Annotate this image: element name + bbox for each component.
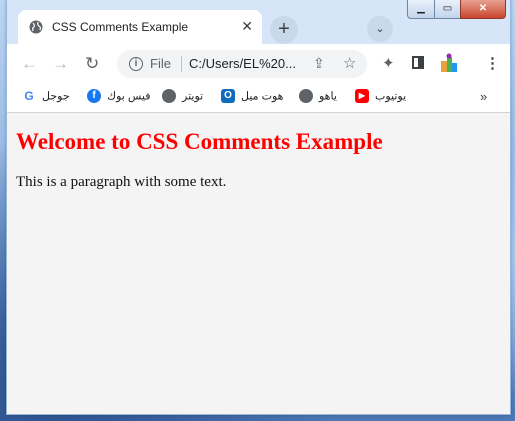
browser-window: CSS Comments Example ✕ + ⌄ ▁ ▭ ✕ ← → ↻ i…: [6, 0, 511, 415]
bookmark-google[interactable]: G جوجل: [22, 89, 70, 107]
globe-icon: [29, 20, 43, 34]
side-panel-icon[interactable]: [412, 56, 424, 69]
bookmarks-bar: G جوجل f فيس بوك تويتر O هوت ميل ياهو ▶ يوتي…: [7, 84, 510, 113]
bookmark-youtube[interactable]: ▶ يوتيوب: [355, 89, 406, 107]
more-bookmarks-button[interactable]: »: [480, 89, 487, 104]
minimize-button[interactable]: ▁: [407, 0, 435, 19]
outlook-icon: O: [221, 89, 235, 103]
address-divider: [181, 56, 182, 72]
globe-icon: [162, 89, 176, 103]
profile-avatar[interactable]: [440, 53, 458, 73]
bookmark-facebook[interactable]: f فيس بوك: [87, 89, 150, 107]
tab-css-comments[interactable]: CSS Comments Example ✕: [18, 10, 262, 44]
info-icon[interactable]: i: [129, 57, 143, 71]
youtube-icon: ▶: [355, 89, 369, 103]
tab-title: CSS Comments Example: [52, 20, 189, 34]
forward-button[interactable]: →: [52, 54, 69, 74]
page-content: Welcome to CSS Comments Example This is …: [7, 113, 510, 414]
bookmark-yahoo[interactable]: ياهو: [299, 89, 337, 107]
scheme-label: File: [150, 56, 171, 71]
menu-icon[interactable]: ⋮: [485, 55, 500, 73]
page-paragraph: This is a paragraph with some text.: [16, 174, 227, 190]
bookmark-star-icon[interactable]: ☆: [343, 54, 356, 72]
back-button[interactable]: ←: [21, 54, 38, 74]
share-icon[interactable]: ⇪: [313, 55, 325, 72]
facebook-icon: f: [87, 89, 101, 103]
browser-toolbar: ← → ↻ i File C:/Users/EL%20... ⇪ ☆ ✦ ⋮: [7, 44, 510, 84]
close-window-button[interactable]: ✕: [460, 0, 506, 19]
bookmark-twitter[interactable]: تويتر: [162, 89, 203, 107]
new-tab-button[interactable]: +: [270, 16, 298, 44]
page-heading: Welcome to CSS Comments Example: [16, 129, 383, 154]
address-bar[interactable]: i File C:/Users/EL%20... ⇪ ☆: [117, 50, 367, 78]
tab-search-button[interactable]: ⌄: [367, 16, 393, 42]
maximize-button[interactable]: ▭: [434, 0, 461, 19]
globe-icon: [299, 89, 313, 103]
reload-button[interactable]: ↻: [85, 54, 99, 74]
extensions-icon[interactable]: ✦: [382, 55, 395, 73]
bookmark-hotmail[interactable]: O هوت ميل: [221, 89, 283, 107]
tab-close-icon[interactable]: ✕: [241, 18, 253, 34]
title-bar: CSS Comments Example ✕ + ⌄ ▁ ▭ ✕: [7, 0, 510, 44]
google-icon: G: [22, 89, 36, 103]
url-text[interactable]: C:/Users/EL%20...: [189, 56, 296, 71]
